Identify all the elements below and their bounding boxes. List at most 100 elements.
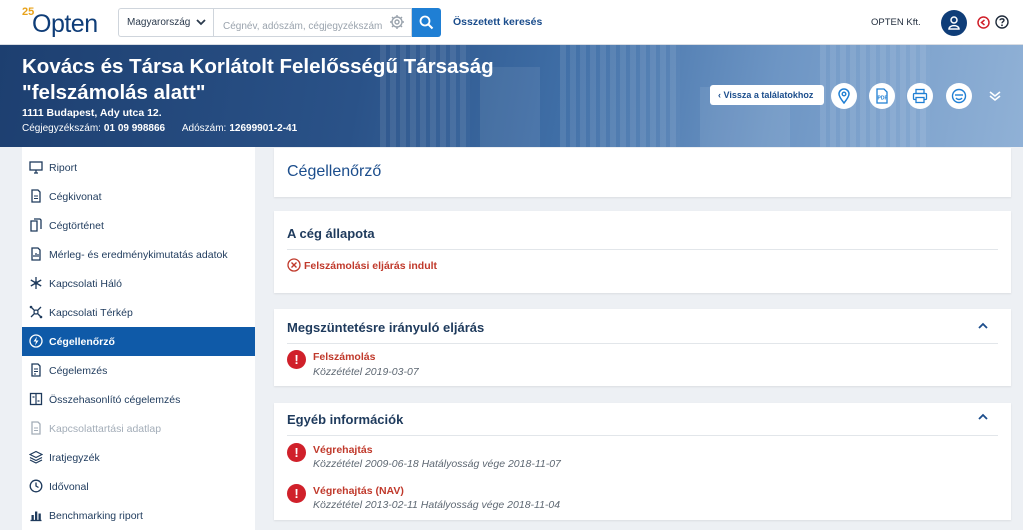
sidebar-item-cegtortenet[interactable]: Cégtörténet	[22, 211, 255, 240]
sidebar-item-kapcsolattartasi: Kapcsolattartási adatlap	[22, 414, 255, 443]
user-icon	[948, 16, 960, 30]
chevron-up-icon[interactable]	[977, 321, 989, 331]
sidebar-item-label: Idővonal	[49, 481, 89, 493]
clock-icon	[29, 479, 43, 493]
reg-label: Cégjegyzékszám:	[22, 123, 101, 134]
contact-icon	[31, 421, 41, 435]
company-identifiers: Cégjegyzékszám: 01 09 998866 Adószám: 1269…	[22, 123, 297, 134]
advanced-search-link[interactable]: Összetett keresés	[453, 16, 542, 28]
map-network-icon	[29, 305, 43, 319]
sidebar-item-cegkivonat[interactable]: Cégkivonat	[22, 182, 255, 211]
country-select[interactable]: Magyarország	[118, 8, 213, 37]
sidebar-item-label: Összehasonlító cégelemzés	[49, 394, 181, 406]
sidebar-item-label: Riport	[49, 162, 78, 174]
alert-icon: !	[287, 350, 306, 369]
chevron-down-icon[interactable]	[988, 90, 1002, 102]
monitor-icon	[29, 161, 43, 174]
back-to-results-button[interactable]: ‹ Vissza a találatokhoz	[710, 85, 824, 105]
logo-name: Opten	[32, 10, 98, 38]
sidebar-item-label: Cégellenőrző	[49, 336, 115, 348]
event-title: Végrehajtás (NAV)	[313, 485, 404, 497]
page-title: Cégellenőrző	[287, 163, 382, 180]
search-button[interactable]	[412, 8, 441, 37]
sidebar-item-label: Mérleg- és eredménykimutatás adatok	[49, 249, 228, 261]
termination-card-title: Megszüntetésre irányuló eljárás	[287, 320, 485, 335]
search-input[interactable]	[213, 8, 412, 37]
sidebar-item-label: Kapcsolattartási adatlap	[49, 423, 162, 435]
other-info-card-title: Egyéb információk	[287, 412, 404, 427]
chart-icon	[30, 511, 42, 522]
sidebar-item-iratjegyzek[interactable]: Iratjegyzék	[22, 443, 255, 472]
location-button[interactable]	[831, 83, 857, 109]
sidebar-item-label: Cégelemzés	[49, 365, 108, 377]
sidebar-item-kapcsolati-halo[interactable]: Kapcsolati Háló	[22, 269, 255, 298]
company-header: Kovács és Társa Korlátolt Felelősségű Tá…	[0, 45, 1023, 147]
tax-number: 12699901-2-41	[229, 123, 298, 134]
sidebar-item-riport[interactable]: Riport	[22, 153, 255, 182]
page-title-card: Cégellenőrző	[274, 148, 1011, 197]
balance-icon	[31, 247, 41, 261]
divider	[287, 343, 998, 344]
sidebar-item-osszehasonlito[interactable]: Összehasonlító cégelemzés	[22, 385, 255, 414]
tax-label: Adószám:	[181, 123, 227, 134]
compare-icon	[29, 392, 43, 406]
sidebar-item-idovonal[interactable]: Idővonal	[22, 472, 255, 501]
map-pin-icon	[838, 88, 850, 104]
chevron-up-icon[interactable]	[977, 412, 989, 422]
sidebar-item-label: Benchmarking riport	[49, 510, 143, 522]
sidebar: Riport Cégkivonat Cégtörténet Mérleg- és…	[22, 147, 255, 530]
company-address: 1111 Budapest, Ady utca 12.	[22, 107, 162, 119]
sidebar-item-label: Cégkivonat	[49, 191, 102, 203]
status-text: Felszámolási eljárás indult	[304, 260, 438, 272]
documents-icon	[30, 218, 42, 232]
layers-icon	[29, 450, 43, 464]
sidebar-item-label: Kapcsolati Háló	[49, 278, 122, 290]
termination-card: Megszüntetésre irányuló eljárás ! Felszá…	[274, 309, 1011, 386]
opten-logo[interactable]: 25 Opten	[22, 6, 98, 38]
sidebar-item-kapcsolati-terkep[interactable]: Kapcsolati Térkép	[22, 298, 255, 327]
pdf-icon: PDF	[876, 88, 888, 104]
bolt-icon	[29, 334, 43, 348]
event-meta: Közzététel 2009-06-18 Hatályosság vége 2…	[313, 458, 561, 470]
avatar[interactable]	[941, 10, 967, 36]
logout-icon[interactable]	[977, 16, 990, 29]
divider	[287, 435, 998, 436]
chevron-down-icon	[196, 19, 206, 26]
printer-icon	[912, 88, 928, 104]
sidebar-item-cegelemzes[interactable]: Cégelemzés	[22, 356, 255, 385]
alert-icon: !	[287, 484, 306, 503]
sidebar-item-merleg[interactable]: Mérleg- és eredménykimutatás adatok	[22, 240, 255, 269]
chevron-left-icon: ‹	[718, 90, 721, 100]
analysis-icon	[31, 363, 41, 377]
event-title: Végrehajtás	[313, 444, 373, 456]
feedback-button[interactable]	[946, 83, 972, 109]
sidebar-item-benchmarking[interactable]: Benchmarking riport	[22, 501, 255, 530]
sidebar-item-label: Iratjegyzék	[49, 452, 100, 464]
network-icon	[30, 277, 42, 289]
event-title: Felszámolás	[313, 351, 376, 363]
print-button[interactable]	[907, 83, 933, 109]
gear-icon[interactable]	[389, 14, 405, 30]
search-icon	[419, 15, 434, 30]
back-label: Vissza a találatokhoz	[723, 90, 814, 100]
country-value: Magyarország	[127, 17, 191, 28]
svg-text:PDF: PDF	[878, 96, 888, 102]
event-meta: Közzététel 2013-02-11 Hatályosság vége 2…	[313, 499, 561, 511]
user-name[interactable]: OPTEN Kft.	[871, 17, 921, 28]
sidebar-item-label: Cégtörténet	[49, 220, 104, 232]
event-meta: Közzététel 2019-03-07	[313, 366, 419, 378]
status-card: A cég állapota Felszámolási eljárás indu…	[274, 211, 1011, 293]
pdf-button[interactable]: PDF	[869, 83, 895, 109]
sidebar-item-cegellenorzo[interactable]: Cégellenőrző	[22, 327, 255, 356]
sidebar-item-label: Kapcsolati Térkép	[49, 307, 133, 319]
alert-icon: !	[287, 443, 306, 462]
document-icon	[31, 189, 41, 203]
company-name: Kovács és Társa Korlátolt Felelősségű Tá…	[22, 55, 494, 104]
other-info-card: Egyéb információk ! Végrehajtás Közzétét…	[274, 403, 1011, 520]
help-icon[interactable]	[995, 15, 1009, 29]
top-bar: 25 Opten Magyarország Összetett keresés …	[0, 0, 1023, 45]
status-card-title: A cég állapota	[287, 226, 375, 241]
divider	[287, 249, 998, 250]
reg-number: 01 09 998866	[103, 123, 166, 134]
smiley-icon	[951, 88, 967, 104]
